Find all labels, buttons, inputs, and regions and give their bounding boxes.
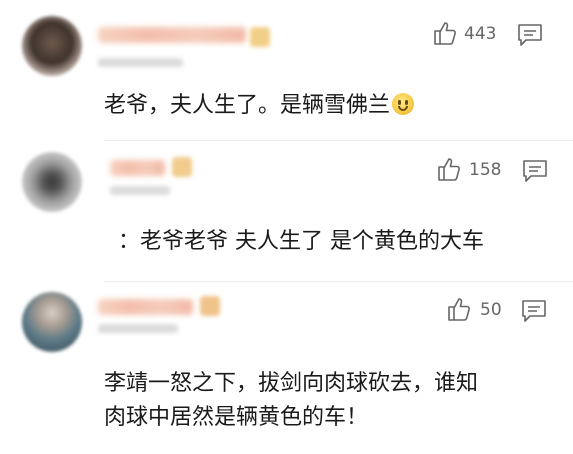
thumbs-up-icon[interactable] <box>446 296 472 322</box>
user-badge-blurred <box>250 27 270 47</box>
avatar[interactable] <box>22 152 82 212</box>
thumbs-up-icon[interactable] <box>432 20 458 46</box>
comment-meta-blurred <box>98 58 183 67</box>
username-blurred[interactable] <box>98 299 193 315</box>
username-blurred[interactable] <box>110 160 165 176</box>
comment-text: ：老爷老爷 夫人生了 是个黄色的大车 <box>118 229 484 254</box>
like-count: 443 <box>464 24 497 44</box>
comment-text: 老爷，夫人生了。是辆雪佛兰 <box>104 88 415 124</box>
comment-meta-blurred <box>98 324 178 333</box>
comment-feed: 443 老爷，夫人生了。是辆雪佛兰 158 ：老爷老爷 夫人生了 是个黄色的大车… <box>0 0 573 454</box>
reply-icon[interactable] <box>521 298 547 324</box>
comment-meta-blurred <box>110 186 170 195</box>
avatar[interactable] <box>22 292 82 352</box>
avatar[interactable] <box>22 16 82 76</box>
reply-icon[interactable] <box>517 22 543 48</box>
user-badge-blurred <box>200 296 220 316</box>
thumbs-up-icon[interactable] <box>436 156 462 182</box>
comment-text-line: 肉球中居然是辆黄色的车！ <box>104 405 369 430</box>
comment-text-line: 李靖一怒之下，拔剑向肉球砍去，谁知 <box>104 371 479 396</box>
like-count: 158 <box>469 160 502 180</box>
reply-icon[interactable] <box>522 158 548 184</box>
like-count: 50 <box>480 300 502 320</box>
user-badge-blurred <box>172 157 192 177</box>
username-blurred[interactable] <box>98 27 246 43</box>
laughing-emoji-icon <box>392 93 415 115</box>
